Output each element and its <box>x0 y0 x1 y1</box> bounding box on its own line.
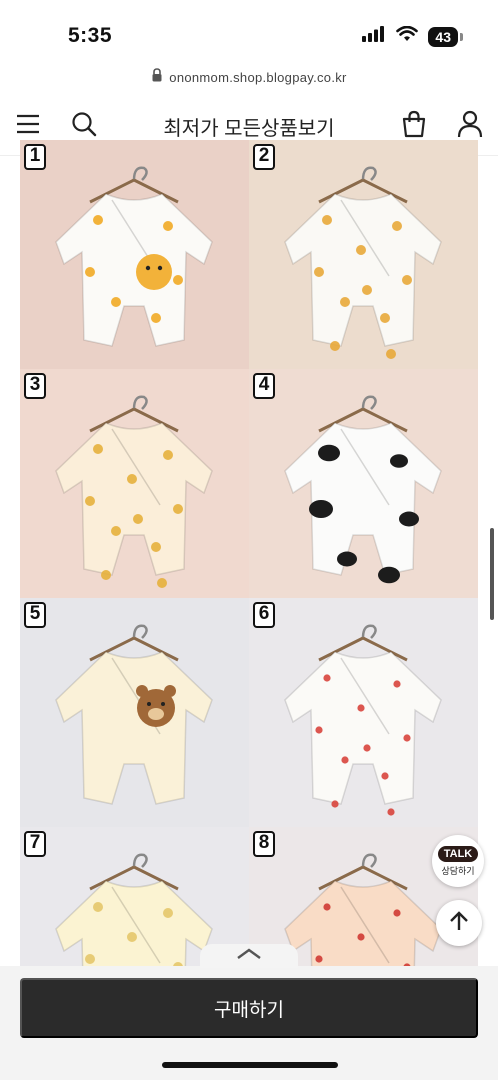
shopping-bag-icon[interactable] <box>398 108 430 140</box>
scrollbar-thumb[interactable] <box>490 528 494 620</box>
status-icons: 43 <box>362 25 463 47</box>
kakao-talk-icon: TALK <box>437 845 479 862</box>
home-indicator <box>162 1062 338 1068</box>
garment-print <box>136 685 176 727</box>
product-number-badge: 8 <box>253 831 275 857</box>
user-icon[interactable] <box>454 108 486 140</box>
kakao-chat-label: 상담하기 <box>441 865 475 876</box>
url-bar[interactable]: ononmom.shop.blogpay.co.kr <box>0 62 498 92</box>
product-grid: 1 2 3 4 5 6 7 8 <box>20 140 478 966</box>
status-time: 5:35 <box>68 24 113 47</box>
product-number-badge: 1 <box>24 144 46 170</box>
product-card-6[interactable]: 6 <box>249 598 478 827</box>
scroll-top-button[interactable] <box>436 900 482 946</box>
wifi-icon <box>396 25 419 47</box>
battery-level: 43 <box>435 28 451 45</box>
product-image <box>249 598 478 827</box>
product-card-4[interactable]: 4 <box>249 369 478 598</box>
product-image <box>249 369 478 598</box>
product-number-badge: 4 <box>253 373 275 399</box>
product-number-badge: 6 <box>253 602 275 628</box>
product-image <box>20 369 249 598</box>
product-number-badge: 7 <box>24 831 46 857</box>
product-number-badge: 2 <box>253 144 275 170</box>
product-card-1[interactable]: 1 <box>20 140 249 369</box>
product-image <box>20 598 249 827</box>
product-card-2[interactable]: 2 <box>249 140 478 369</box>
lock-icon <box>151 67 163 87</box>
buy-button[interactable]: 구매하기 <box>20 978 478 1038</box>
product-image <box>20 140 249 369</box>
arrow-up-icon <box>448 910 470 937</box>
kakao-chat-button[interactable]: TALK 상담하기 <box>432 835 484 887</box>
product-number-badge: 5 <box>24 602 46 628</box>
product-card-3[interactable]: 3 <box>20 369 249 598</box>
url-text: ononmom.shop.blogpay.co.kr <box>169 69 347 85</box>
battery-icon: 43 <box>428 26 463 47</box>
product-image <box>249 140 478 369</box>
product-number-badge: 3 <box>24 373 46 399</box>
product-card-5[interactable]: 5 <box>20 598 249 827</box>
collapse-toggle[interactable] <box>200 944 298 968</box>
signal-icon <box>362 26 386 47</box>
chevron-up-icon <box>235 947 263 965</box>
status-bar: 5:35 43 <box>0 0 498 62</box>
